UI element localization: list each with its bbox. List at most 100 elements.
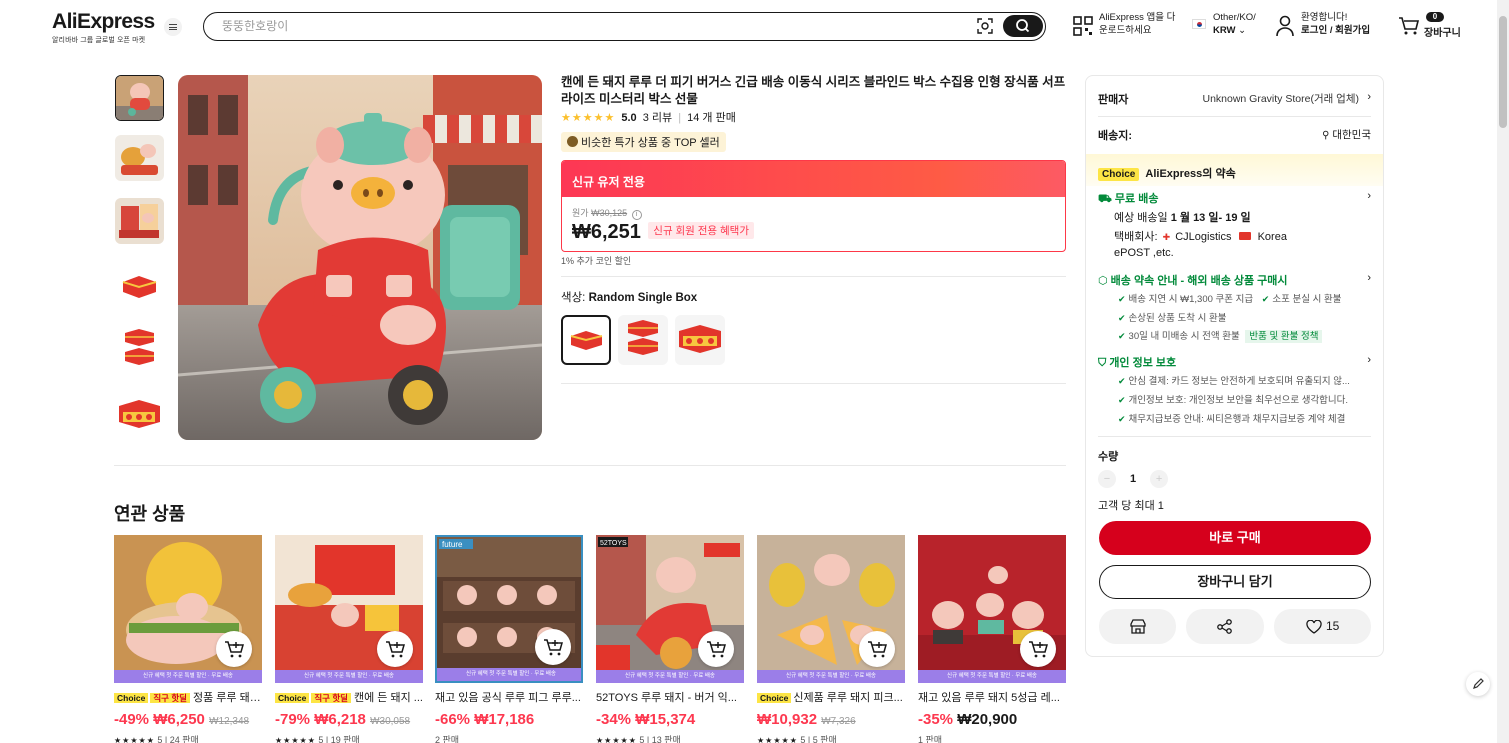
- decrement-button[interactable]: −: [1098, 470, 1116, 488]
- buy-now-button[interactable]: 바로 구매: [1099, 521, 1371, 555]
- product-name-row[interactable]: 52TOYS 루루 돼지 - 버거 익...: [596, 689, 744, 703]
- app-download-link[interactable]: AliExpress 앱을 다 운로드하세요: [1099, 12, 1175, 37]
- product-name-row[interactable]: 재고 있음 루루 돼지 5성급 레...: [918, 689, 1066, 703]
- check-icon: ✔: [1118, 395, 1126, 405]
- product-image[interactable]: 신규 혜택 첫 주문 특별 할인 · 무료 배송: [275, 535, 423, 683]
- related-products-title: 연관 상품: [114, 504, 186, 524]
- wishlist-button[interactable]: 15: [1274, 609, 1371, 644]
- add-to-cart-icon[interactable]: [698, 631, 734, 667]
- scrollbar[interactable]: [1497, 0, 1509, 743]
- refund-policy-link[interactable]: 반품 및 환불 정책: [1245, 330, 1323, 343]
- thumbnail-6[interactable]: [115, 392, 164, 438]
- scrollbar-thumb[interactable]: [1499, 16, 1507, 128]
- product-meta: ★★★★★ 5 | 19 판매: [275, 735, 360, 743]
- cart-label[interactable]: 장바구니: [1424, 24, 1461, 39]
- store-button[interactable]: [1099, 609, 1176, 644]
- guarantee-items-2: ✔ 손상된 상품 도착 시 환불: [1118, 313, 1227, 324]
- divider: [561, 276, 1066, 277]
- top-seller-badge: 비슷한 특가 상품 중 TOP 셀러: [561, 132, 726, 152]
- product-image[interactable]: 52TOYS 신규 혜택 첫 주문 특별 할인 · 무료 배송: [596, 535, 744, 683]
- qr-code-icon[interactable]: [1073, 16, 1093, 36]
- sku-option-single-box[interactable]: [561, 315, 611, 365]
- ship-to-row[interactable]: 배송지: ⚲ 대한민국: [1098, 127, 1371, 143]
- review-count[interactable]: 3 리뷰: [643, 112, 672, 124]
- price-box: 신규 유저 전용 원가 ₩30,125 i ₩6,251 신규 회원 전용 혜택…: [561, 160, 1066, 252]
- ship-to-country[interactable]: ⚲ 대한민국: [1322, 127, 1371, 142]
- promo-band: 신규 혜택 첫 주문 특별 할인 · 무료 배송: [114, 670, 262, 683]
- add-to-cart-button[interactable]: 장바구니 담기: [1099, 565, 1371, 599]
- increment-button[interactable]: +: [1150, 470, 1169, 488]
- thumbnail-4[interactable]: [115, 262, 164, 308]
- free-shipping-row[interactable]: ⛟ 무료 배송 ›: [1098, 190, 1371, 207]
- user-icon[interactable]: [1275, 15, 1295, 37]
- main-product-image[interactable]: [178, 75, 542, 440]
- product-image[interactable]: future 신규 혜택 첫 주문 특별 할인 · 무료 배송: [435, 535, 583, 683]
- delivery-guarantee-row[interactable]: ⬡ 배송 약속 안내 - 해외 배송 상품 구매시 ›: [1098, 272, 1371, 288]
- check-icon: ✔: [1118, 294, 1126, 304]
- product-name-row[interactable]: Choice 신제품 루루 돼지 피크...: [757, 689, 905, 703]
- add-to-cart-icon[interactable]: [377, 631, 413, 667]
- max-per-customer: 고객 당 최대 1: [1098, 500, 1164, 512]
- check-icon: ✔: [1118, 414, 1126, 424]
- related-product-card[interactable]: 신규 혜택 첫 주문 특별 할인 · 무료 배송 Choice 직구 핫딜 캔에 든…: [275, 535, 423, 743]
- check-icon: ✔: [1118, 313, 1126, 323]
- search-button[interactable]: [1003, 15, 1043, 37]
- product-name-row[interactable]: Choice 직구 핫딜 캔에 든 돼지 ...: [275, 689, 423, 703]
- region-currency-selector[interactable]: Other/KO/ KRW ⌄: [1213, 12, 1256, 37]
- svg-text:52TOYS: 52TOYS: [600, 540, 627, 547]
- product-price-row: -79% ₩6,218 ₩30,058: [275, 711, 411, 728]
- product-name-row[interactable]: Choice 직구 핫딜 정품 루루 돼지...: [114, 689, 262, 703]
- sku-option-double-box[interactable]: [618, 315, 668, 365]
- product-image[interactable]: 신규 혜택 첫 주문 특별 할인 · 무료 배송: [918, 535, 1066, 683]
- privacy-item-1: ✔ 안심 결제: 카드 정보는 안전하게 보호되며 유출되지 않...: [1118, 376, 1350, 387]
- aliexpress-logo[interactable]: AliExpress 알리바바 그룹 글로벌 오픈 마켓: [52, 10, 155, 45]
- seller-name[interactable]: Unknown Gravity Store(거래 업체): [1202, 91, 1359, 106]
- sold-count: 14 개 판매: [687, 112, 736, 124]
- menu-icon[interactable]: [164, 18, 182, 36]
- search-input[interactable]: [222, 19, 922, 33]
- image-search-icon[interactable]: [977, 18, 993, 34]
- privacy-item-3: ✔ 채무지급보증 안내: 씨티은행과 채무지급보증 계약 체결: [1118, 414, 1346, 425]
- svg-text:future: future: [442, 540, 463, 549]
- add-to-cart-icon[interactable]: [1020, 631, 1056, 667]
- thumbnail-5[interactable]: [115, 325, 164, 371]
- related-product-card[interactable]: 신규 혜택 첫 주문 특별 할인 · 무료 배송 Choice 직구 핫딜 정품 루…: [114, 535, 262, 743]
- cart-icon[interactable]: [1398, 16, 1420, 36]
- sku-option-full-set[interactable]: [675, 315, 725, 365]
- add-to-cart-icon[interactable]: [859, 631, 895, 667]
- product-image[interactable]: 신규 혜택 첫 주문 특별 할인 · 무료 배송: [757, 535, 905, 683]
- info-icon[interactable]: i: [631, 210, 642, 220]
- product-price-row: ₩10,932 ₩7,326: [757, 711, 856, 728]
- account-link[interactable]: 환영합니다! 로그인 / 회원가입: [1301, 12, 1370, 37]
- cj-logo-icon: ✚: [1162, 232, 1171, 242]
- add-to-cart-icon[interactable]: [535, 629, 571, 665]
- promo-band: 신규 혜택 첫 주문 특별 할인 · 무료 배송: [596, 670, 744, 683]
- share-button[interactable]: [1186, 609, 1264, 644]
- thumbnail-3[interactable]: [115, 198, 164, 244]
- add-to-cart-icon[interactable]: [216, 631, 252, 667]
- product-price-row: -66% ₩17,186: [435, 711, 535, 728]
- seller-row[interactable]: 판매자 Unknown Gravity Store(거래 업체) ›: [1098, 91, 1371, 107]
- product-price-row: -35% ₩20,900: [918, 711, 1018, 728]
- thumbnail-2[interactable]: [115, 135, 164, 181]
- related-product-card[interactable]: future 신규 혜택 첫 주문 특별 할인 · 무료 배송 재고 있음 공식…: [435, 535, 583, 743]
- product-name-row[interactable]: 재고 있음 공식 루루 피그 루루...: [435, 689, 583, 703]
- rating-row[interactable]: ★★★★★ 5.0 3 리뷰 | 14 개 판매: [561, 109, 736, 125]
- choice-promise-row: Choice AliExpress의 약속: [1098, 165, 1371, 181]
- promo-band: 신규 혜택 첫 주문 특별 할인 · 무료 배송: [437, 668, 581, 681]
- privacy-row[interactable]: ⛉ 개인 정보 보호 ›: [1098, 354, 1371, 370]
- check-icon: ✔: [1118, 331, 1126, 341]
- feedback-button[interactable]: [1466, 672, 1490, 696]
- promise-title: AliExpress의 약속: [1145, 168, 1236, 180]
- quantity-value[interactable]: 1: [1119, 473, 1147, 485]
- product-image[interactable]: 신규 혜택 첫 주문 특별 할인 · 무료 배송: [114, 535, 262, 683]
- quantity-stepper: − 1 +: [1098, 470, 1371, 488]
- divider: [561, 383, 1066, 384]
- truck-icon: ⛟: [1098, 193, 1112, 205]
- related-product-card[interactable]: 신규 혜택 첫 주문 특별 할인 · 무료 배송 Choice 신제품 루루 돼지…: [757, 535, 905, 743]
- related-product-card[interactable]: 신규 혜택 첫 주문 특별 할인 · 무료 배송 재고 있음 루루 돼지 5성급…: [918, 535, 1066, 743]
- product-meta: ★★★★★ 5 | 5 판매: [757, 735, 837, 743]
- thumbnail-1[interactable]: [115, 75, 164, 121]
- related-product-card[interactable]: 52TOYS 신규 혜택 첫 주문 특별 할인 · 무료 배송 52TOYS 루…: [596, 535, 744, 743]
- store-icon: [1130, 619, 1146, 634]
